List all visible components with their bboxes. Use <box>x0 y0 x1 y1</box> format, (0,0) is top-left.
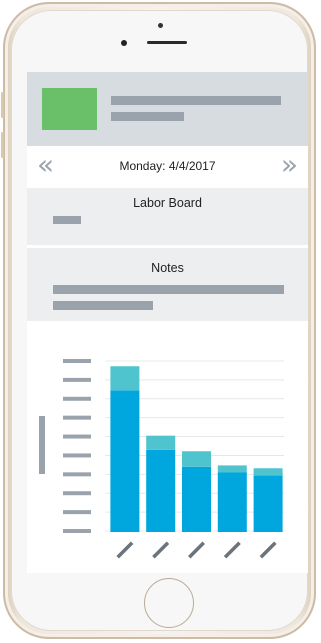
y-tick-label-placeholder <box>63 472 91 477</box>
y-tick-label-placeholder <box>63 377 91 382</box>
bar-secondary <box>110 366 140 391</box>
bar-secondary <box>217 465 247 473</box>
date-navigator: « Monday: 4/4/2017 » <box>27 146 308 188</box>
notes-line-placeholder <box>53 285 284 294</box>
date-label: Monday: 4/4/2017 <box>119 159 216 173</box>
notes-line-placeholder <box>53 301 153 310</box>
bar-secondary <box>182 451 211 467</box>
labor-board-placeholder <box>53 216 81 224</box>
app-screen: « Monday: 4/4/2017 » Labor Board Notes <box>27 72 308 573</box>
notes-title: Notes <box>151 261 184 275</box>
profile-name-placeholder <box>111 96 281 105</box>
x-tick-label-placeholder <box>152 541 170 559</box>
home-button[interactable] <box>144 578 194 628</box>
double-chevron-right-icon[interactable]: » <box>281 150 298 180</box>
labor-board-title: Labor Board <box>133 196 202 210</box>
chart-area <box>27 324 308 573</box>
bar-secondary <box>146 435 176 450</box>
y-axis-label-placeholder <box>39 416 45 474</box>
y-tick-label-placeholder <box>63 453 91 458</box>
bar-chart <box>39 359 284 559</box>
bar-secondary <box>253 468 283 476</box>
y-tick-label-placeholder <box>63 359 91 363</box>
y-tick-label-placeholder <box>63 415 91 420</box>
camera-dot <box>158 23 163 28</box>
x-tick-label-placeholder <box>259 541 277 559</box>
profile-header <box>27 72 308 146</box>
x-tick-label-placeholder <box>188 541 205 559</box>
front-camera <box>121 40 127 46</box>
avatar[interactable] <box>42 88 97 130</box>
speaker-slot <box>147 41 187 44</box>
y-tick-label-placeholder <box>63 396 91 401</box>
bar-primary <box>110 390 140 532</box>
x-tick-label-placeholder <box>223 541 241 559</box>
bar-primary <box>182 466 211 532</box>
notes-section[interactable]: Notes <box>27 248 308 321</box>
bar-primary <box>253 475 283 532</box>
bar-primary <box>146 449 176 532</box>
labor-board-section[interactable]: Labor Board <box>27 188 308 245</box>
bar-primary <box>217 472 247 532</box>
volume-button <box>1 132 4 158</box>
x-tick-label-placeholder <box>116 541 134 559</box>
y-tick-label-placeholder <box>63 529 91 533</box>
y-tick-label-placeholder <box>63 510 91 515</box>
y-tick-label-placeholder <box>63 491 91 496</box>
profile-detail-placeholder <box>111 112 184 121</box>
y-tick-label-placeholder <box>63 434 91 439</box>
volume-button <box>1 92 4 118</box>
